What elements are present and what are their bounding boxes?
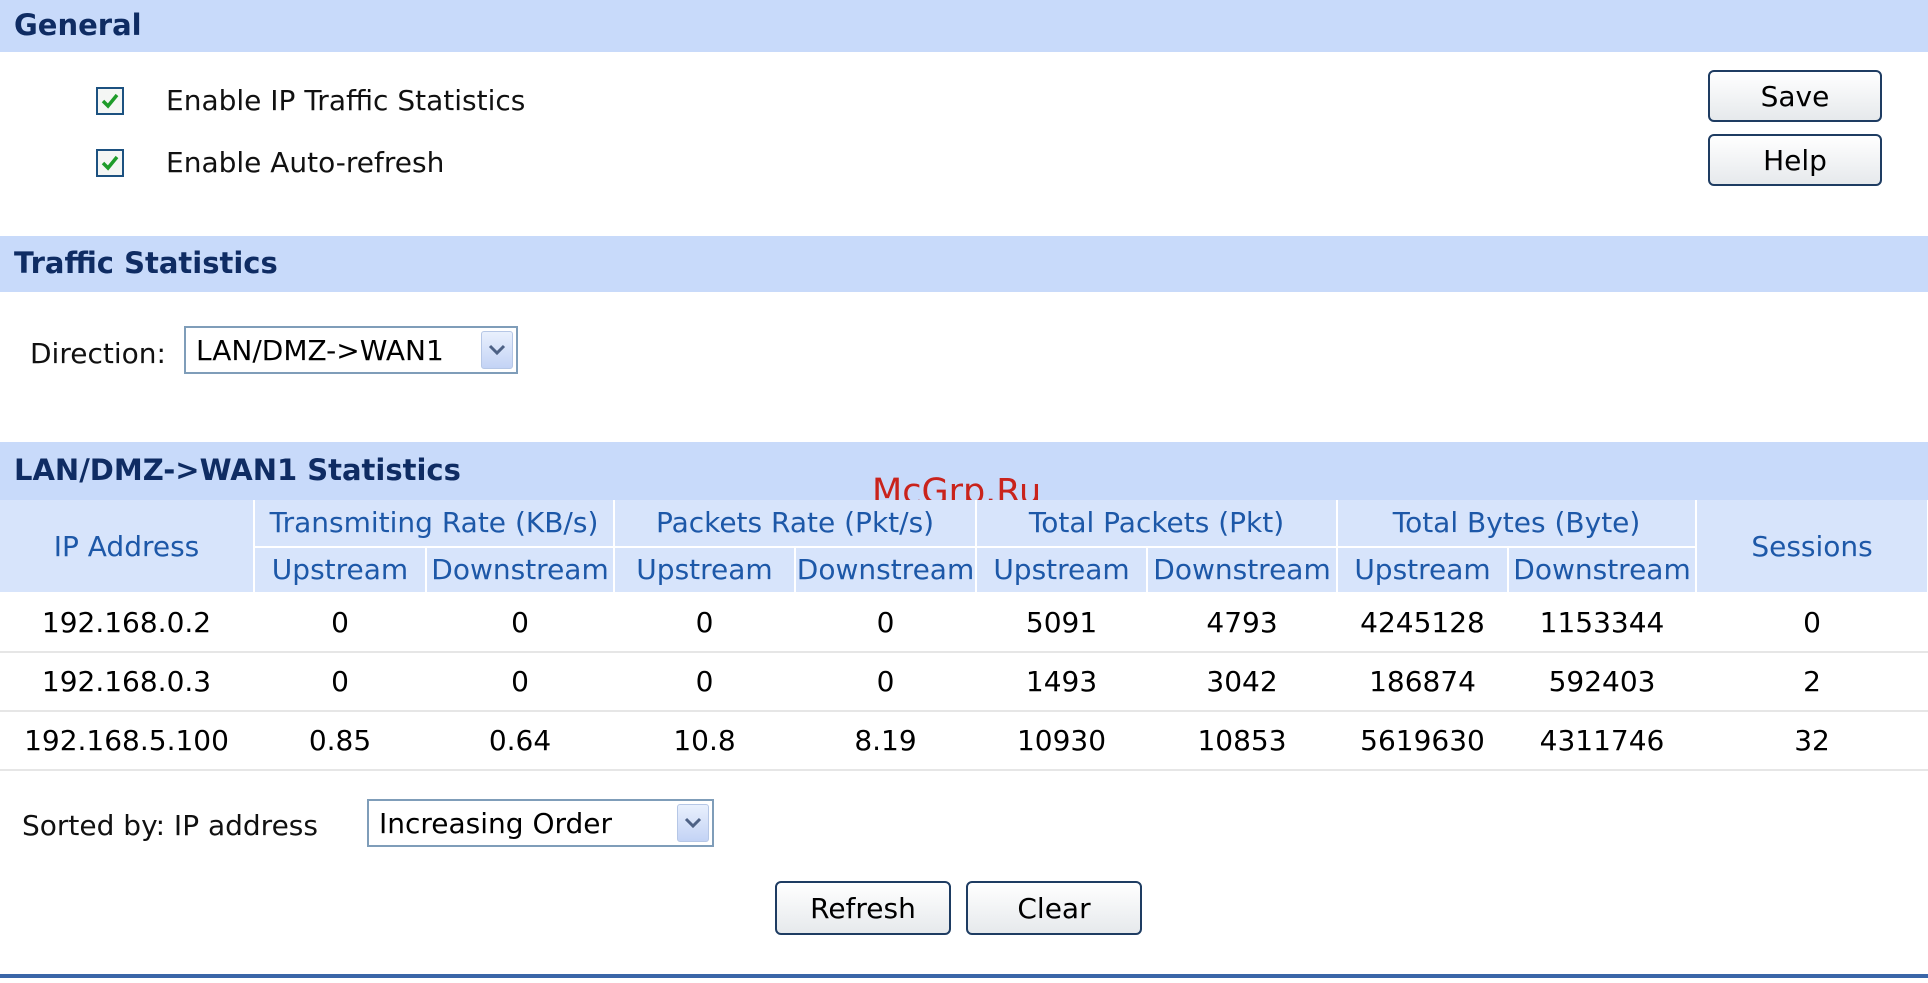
cell-total-bytes-down: 4311746	[1508, 711, 1698, 771]
refresh-button[interactable]: Refresh	[775, 881, 951, 935]
cell-total-packets-down: 3042	[1147, 652, 1339, 712]
chevron-down-icon[interactable]	[677, 804, 709, 842]
sort-order-value: Increasing Order	[379, 806, 613, 840]
cell-packets-down: 0	[795, 593, 978, 653]
cell-sessions: 32	[1696, 711, 1928, 771]
checkmark-icon	[101, 93, 119, 109]
cell-packets-down: 0	[795, 652, 978, 712]
chevron-down-icon[interactable]	[481, 331, 513, 369]
header-transmitting-rate: Transmiting Rate (KB/s)	[254, 500, 615, 548]
cell-total-bytes-up: 4245128	[1337, 593, 1510, 653]
header-downstream: Downstream	[1147, 546, 1339, 594]
general-section-header: General	[0, 0, 1928, 52]
cell-packets-up: 0	[614, 593, 796, 653]
sort-order-select[interactable]: Increasing Order	[367, 799, 714, 847]
cell-transmit-up: 0.85	[254, 711, 427, 771]
cell-packets-down: 8.19	[795, 711, 978, 771]
cell-transmit-down: 0	[426, 652, 615, 712]
header-total-bytes: Total Bytes (Byte)	[1337, 500, 1698, 548]
direction-label: Direction:	[30, 337, 166, 370]
header-downstream: Downstream	[1508, 546, 1698, 594]
bottom-divider	[0, 974, 1928, 978]
table-row: 192.168.0.2 0 0 0 0 5091 4793 4245128 11…	[0, 593, 1928, 653]
cell-transmit-up: 0	[254, 593, 427, 653]
cell-ip: 192.168.5.100	[0, 711, 255, 771]
clear-button[interactable]: Clear	[966, 881, 1142, 935]
checkmark-icon	[101, 155, 119, 171]
enable-auto-refresh-checkbox[interactable]	[96, 149, 124, 177]
cell-transmit-down: 0	[426, 593, 615, 653]
header-downstream: Downstream	[426, 546, 615, 594]
header-packets-rate: Packets Rate (Pkt/s)	[614, 500, 978, 548]
header-upstream: Upstream	[614, 546, 796, 594]
header-ip-address: IP Address	[0, 500, 255, 594]
direction-select-value: LAN/DMZ->WAN1	[196, 333, 444, 367]
table-row: 192.168.5.100 0.85 0.64 10.8 8.19 10930 …	[0, 711, 1928, 771]
cell-ip: 192.168.0.3	[0, 652, 255, 712]
header-upstream: Upstream	[976, 546, 1149, 594]
cell-packets-up: 0	[614, 652, 796, 712]
cell-total-bytes-up: 186874	[1337, 652, 1510, 712]
header-upstream: Upstream	[254, 546, 427, 594]
cell-transmit-up: 0	[254, 652, 427, 712]
cell-total-packets-down: 10853	[1147, 711, 1339, 771]
cell-ip: 192.168.0.2	[0, 593, 255, 653]
cell-transmit-down: 0.64	[426, 711, 615, 771]
traffic-statistics-section-header: Traffic Statistics	[0, 236, 1928, 292]
cell-total-bytes-down: 1153344	[1508, 593, 1698, 653]
cell-total-bytes-down: 592403	[1508, 652, 1698, 712]
save-button[interactable]: Save	[1708, 70, 1882, 122]
cell-total-packets-up: 5091	[976, 593, 1149, 653]
enable-auto-refresh-label: Enable Auto-refresh	[166, 146, 445, 179]
header-upstream: Upstream	[1337, 546, 1510, 594]
header-downstream: Downstream	[795, 546, 978, 594]
help-button[interactable]: Help	[1708, 134, 1882, 186]
header-total-packets: Total Packets (Pkt)	[976, 500, 1339, 548]
statistics-table: IP Address Transmiting Rate (KB/s) Packe…	[0, 500, 1928, 771]
cell-total-bytes-up: 5619630	[1337, 711, 1510, 771]
enable-ip-traffic-checkbox[interactable]	[96, 87, 124, 115]
enable-ip-traffic-label: Enable IP Traffic Statistics	[166, 84, 526, 117]
sort-label: Sorted by: IP address	[22, 809, 318, 842]
cell-packets-up: 10.8	[614, 711, 796, 771]
table-row: 192.168.0.3 0 0 0 0 1493 3042 186874 592…	[0, 652, 1928, 712]
cell-sessions: 2	[1696, 652, 1928, 712]
cell-total-packets-up: 10930	[976, 711, 1149, 771]
direction-select[interactable]: LAN/DMZ->WAN1	[184, 326, 518, 374]
cell-total-packets-down: 4793	[1147, 593, 1339, 653]
cell-sessions: 0	[1696, 593, 1928, 653]
header-sessions: Sessions	[1696, 500, 1928, 594]
cell-total-packets-up: 1493	[976, 652, 1149, 712]
